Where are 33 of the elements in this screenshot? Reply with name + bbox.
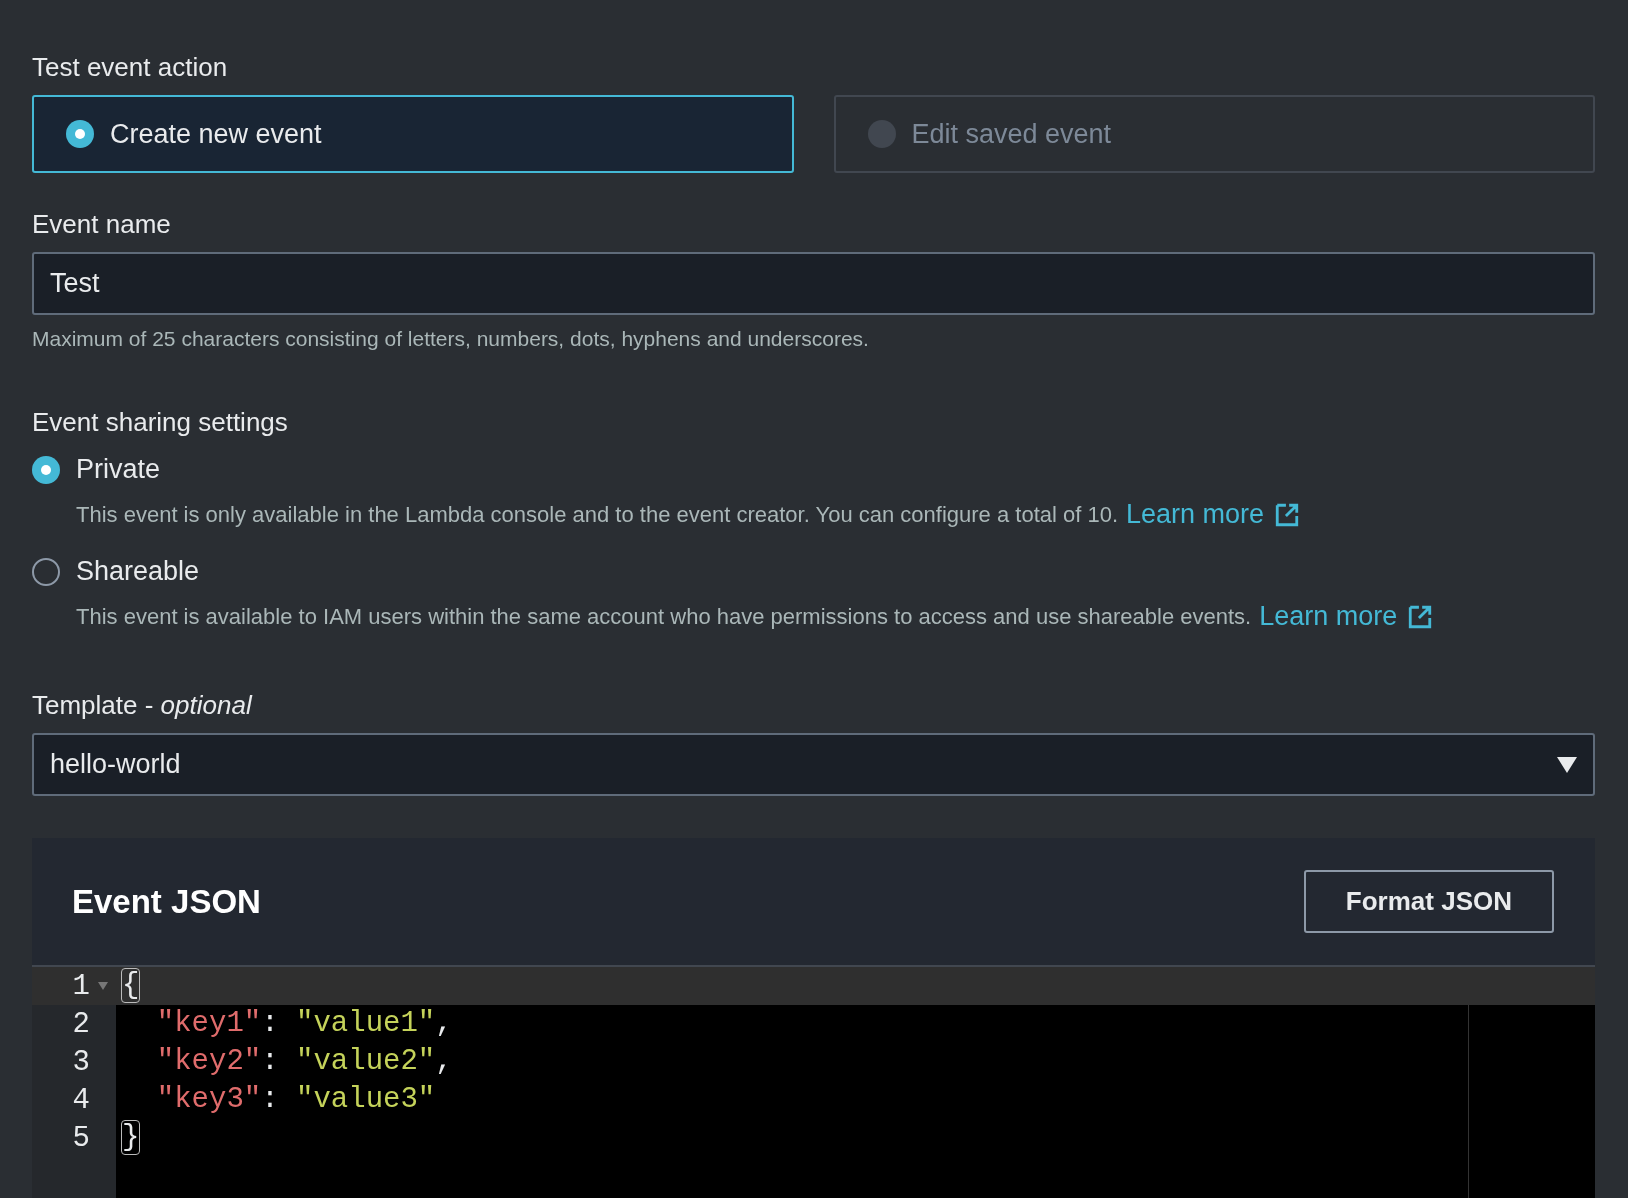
panel-title: Event JSON [72, 882, 261, 921]
template-dropdown[interactable]: hello-world [32, 733, 1595, 796]
learn-more-link[interactable]: Learn more [1126, 499, 1301, 530]
code-line: "key3": "value3" [155, 1082, 437, 1118]
learn-more-link[interactable]: Learn more [1259, 601, 1434, 632]
line-number: 5 [71, 1120, 91, 1157]
code-line: "key2": "value2", [155, 1044, 454, 1080]
line-number: 2 [71, 1006, 91, 1043]
format-json-button[interactable]: Format JSON [1303, 870, 1554, 933]
field-label: Template - optional [32, 690, 254, 721]
section-label: Event sharing settings [32, 407, 289, 438]
code-line: "key1": "value1", [155, 1006, 454, 1042]
option-label: Private [76, 454, 161, 485]
event-name-field[interactable]: Test [32, 252, 1595, 315]
line-number: 4 [71, 1082, 91, 1119]
option-label: Shareable [76, 556, 200, 587]
hint-text: Maximum of 25 characters consisting of letters, numbers, dots, hyphens and underscores. [32, 327, 870, 351]
section-label: Test event action [32, 52, 229, 83]
option-description: This event is available to IAM users within the same account who have permissions to access and use shareable events. [76, 603, 1252, 630]
radio-icon [66, 120, 94, 148]
option-description: This event is only available in the Lambda console and to the event creator. You can configure a total of 10. [76, 501, 1119, 528]
radio-icon [867, 120, 896, 148]
radio-card[interactable]: Create new event [32, 95, 794, 173]
field-label: Event name [32, 209, 172, 240]
radio-button[interactable] [32, 557, 60, 586]
line-number: 3 [71, 1044, 91, 1081]
caret-icon [1557, 756, 1577, 773]
code-line: } [121, 1120, 141, 1156]
external-link-icon [1274, 501, 1301, 528]
fold-arrow-icon[interactable] [98, 982, 108, 990]
radio-button[interactable] [32, 455, 60, 484]
line-number: 1 [32, 967, 116, 1005]
external-link-icon [1407, 603, 1434, 630]
